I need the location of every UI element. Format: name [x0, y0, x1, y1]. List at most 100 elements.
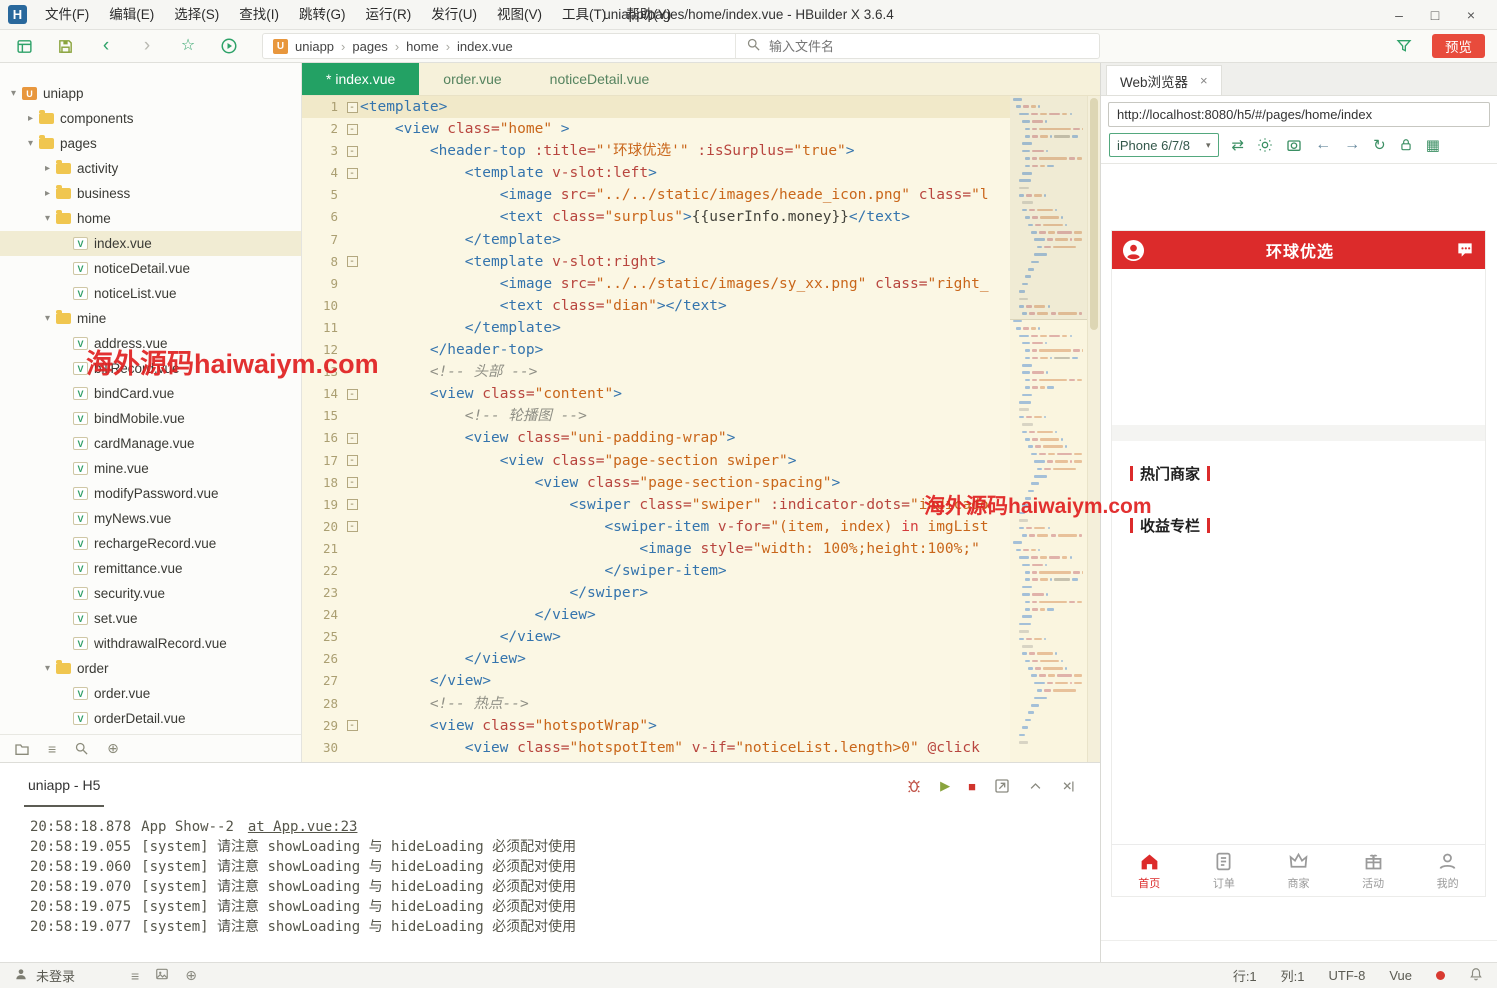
editor-tab-index.vue[interactable]: * index.vue [302, 63, 419, 95]
cursor-column[interactable]: 列:1 [1281, 966, 1305, 985]
tree-item-withdrawalRecord.vue[interactable]: VwithdrawalRecord.vue [0, 631, 301, 656]
cursor-line[interactable]: 行:1 [1233, 966, 1257, 985]
fold-toggle-icon[interactable]: - [347, 389, 358, 400]
line-number[interactable]: 4 [302, 162, 344, 184]
tree-item-bindCard.vue[interactable]: VbindCard.vue [0, 381, 301, 406]
close-button[interactable]: × [1453, 0, 1489, 30]
tree-item-noticeList.vue[interactable]: VnoticeList.vue [0, 281, 301, 306]
preview-button[interactable]: 预览 [1432, 34, 1485, 58]
line-number[interactable]: 25 [302, 626, 344, 648]
tree-item-billRecord.vue[interactable]: VbillRecord.vue [0, 356, 301, 381]
message-icon[interactable] [1455, 240, 1475, 260]
line-number[interactable]: 1 [302, 96, 344, 118]
fold-toggle-icon[interactable]: - [347, 146, 358, 157]
tree-item-modifyPassword.vue[interactable]: VmodifyPassword.vue [0, 481, 301, 506]
tabbar-item-活动[interactable]: 活动 [1336, 845, 1411, 896]
close-tab-icon[interactable]: × [1200, 73, 1208, 88]
console-source-link[interactable]: at App.vue:23 [248, 819, 358, 835]
expand-toggle-icon[interactable]: ▸ [40, 188, 55, 199]
expand-toggle-icon[interactable]: ▾ [6, 88, 21, 99]
editor-tab-order.vue[interactable]: order.vue [419, 63, 525, 95]
line-number[interactable]: 17 [302, 450, 344, 472]
panel-icon[interactable] [155, 967, 169, 984]
tree-item-uniapp[interactable]: ▾Uuniapp [0, 81, 301, 106]
console-tab[interactable]: uniapp - H5 [24, 765, 104, 807]
swiper-placeholder[interactable] [1112, 269, 1485, 425]
collapse-icon[interactable] [1028, 779, 1043, 794]
tabbar-item-商家[interactable]: 商家 [1261, 845, 1336, 896]
line-number[interactable]: 30 [302, 737, 344, 759]
lock-icon[interactable] [1399, 138, 1413, 152]
line-number[interactable]: 21 [302, 538, 344, 560]
tree-item-mine[interactable]: ▾mine [0, 306, 301, 331]
expand-toggle-icon[interactable]: ▸ [40, 163, 55, 174]
line-number[interactable]: 11 [302, 317, 344, 339]
tree-item-noticeDetail.vue[interactable]: VnoticeDetail.vue [0, 256, 301, 281]
tree-item-rechargeRecord.vue[interactable]: VrechargeRecord.vue [0, 531, 301, 556]
back-arrow-icon[interactable]: ← [1315, 136, 1331, 154]
tree-item-activity[interactable]: ▸activity [0, 156, 301, 181]
list-icon[interactable]: ≡ [131, 968, 139, 984]
tree-item-bindMobile.vue[interactable]: VbindMobile.vue [0, 406, 301, 431]
sort-icon[interactable]: ≡ [48, 741, 56, 757]
stop-icon[interactable]: ■ [968, 779, 976, 794]
export-icon[interactable] [994, 778, 1010, 794]
line-number[interactable]: 26 [302, 648, 344, 670]
line-number[interactable]: 9 [302, 273, 344, 295]
expand-toggle-icon[interactable]: ▸ [23, 113, 38, 124]
fold-toggle-icon[interactable]: - [347, 124, 358, 135]
encoding-indicator[interactable]: UTF-8 [1329, 968, 1366, 983]
tree-item-remittance.vue[interactable]: Vremittance.vue [0, 556, 301, 581]
tree-item-index.vue[interactable]: Vindex.vue [0, 231, 301, 256]
tree-item-order[interactable]: ▾order [0, 656, 301, 681]
tree-item-security.vue[interactable]: Vsecurity.vue [0, 581, 301, 606]
tree-item-home[interactable]: ▾home [0, 206, 301, 231]
browser-tab[interactable]: Web浏览器 × [1106, 65, 1222, 95]
line-number[interactable]: 5 [302, 184, 344, 206]
maximize-button[interactable]: □ [1417, 0, 1453, 30]
line-number[interactable]: 13 [302, 361, 344, 383]
save-icon[interactable] [53, 33, 77, 59]
fold-toggle-icon[interactable]: - [347, 477, 358, 488]
fold-toggle-icon[interactable]: - [347, 720, 358, 731]
line-number[interactable]: 18 [302, 472, 344, 494]
fold-toggle-icon[interactable]: - [347, 455, 358, 466]
fold-toggle-icon[interactable]: - [347, 521, 358, 532]
filter-icon[interactable] [1392, 33, 1416, 59]
line-number[interactable]: 20 [302, 516, 344, 538]
code-area[interactable]: 1-<template>2- <view class="home" >3- <h… [302, 96, 1100, 762]
rotate-icon[interactable]: ⇄ [1232, 136, 1245, 154]
menu-运行(R)[interactable]: 运行(R) [356, 0, 422, 30]
tree-item-pages[interactable]: ▾pages [0, 131, 301, 156]
forward-arrow-icon[interactable]: → [1344, 136, 1360, 154]
fold-toggle-icon[interactable]: - [347, 256, 358, 267]
tree-item-components[interactable]: ▸components [0, 106, 301, 131]
folder-icon[interactable] [14, 741, 30, 757]
expand-toggle-icon[interactable]: ▾ [40, 313, 55, 324]
breadcrumb-item[interactable]: index.vue [457, 39, 513, 54]
tree-item-myNews.vue[interactable]: VmyNews.vue [0, 506, 301, 531]
gear-icon[interactable] [1257, 137, 1273, 153]
forward-icon[interactable]: › [135, 33, 159, 59]
minimap-viewport[interactable] [1010, 96, 1087, 320]
tree-item-mine.vue[interactable]: Vmine.vue [0, 456, 301, 481]
language-mode[interactable]: Vue [1389, 968, 1412, 983]
globe-icon[interactable]: ⊕ [107, 740, 119, 757]
tree-item-orderDetail.vue[interactable]: VorderDetail.vue [0, 706, 301, 731]
tabbar-item-我的[interactable]: 我的 [1410, 845, 1485, 896]
restart-icon[interactable]: ▶ [940, 778, 950, 794]
fold-toggle-icon[interactable]: - [347, 499, 358, 510]
star-icon[interactable]: ☆ [176, 33, 200, 59]
tree-item-set.vue[interactable]: Vset.vue [0, 606, 301, 631]
grid-icon[interactable]: ▦ [1426, 136, 1440, 154]
run-icon[interactable] [217, 33, 241, 59]
menu-视图(V)[interactable]: 视图(V) [487, 0, 552, 30]
breadcrumb-item[interactable]: home [406, 39, 439, 54]
line-number[interactable]: 8 [302, 251, 344, 273]
line-number[interactable]: 16 [302, 427, 344, 449]
back-icon[interactable]: ‹ [94, 33, 118, 59]
menu-查找(I)[interactable]: 查找(I) [229, 0, 289, 30]
line-number[interactable]: 22 [302, 560, 344, 582]
line-number[interactable]: 23 [302, 582, 344, 604]
expand-toggle-icon[interactable]: ▾ [40, 663, 55, 674]
